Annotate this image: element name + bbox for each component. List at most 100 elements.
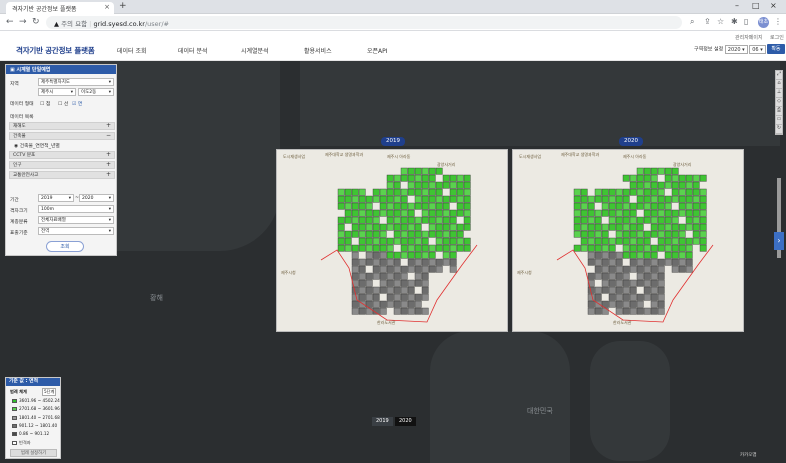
warning-icon: ▲ — [54, 20, 59, 28]
menu-data-analysis[interactable]: 데이터 분석 — [178, 46, 208, 55]
grid-cell — [379, 251, 387, 259]
period-from-select[interactable]: 2019 ▾ — [38, 194, 74, 202]
grid-cell — [622, 265, 630, 273]
extensions-icon[interactable]: ✱ — [731, 17, 738, 26]
home-icon[interactable]: ⌂ — [776, 80, 782, 89]
section-cctv[interactable]: CCTV 분포 + — [9, 151, 115, 159]
grid-cell — [657, 230, 665, 238]
maximize-icon[interactable]: □ — [752, 1, 760, 10]
admin-link[interactable]: 관리자페이지 — [735, 34, 763, 41]
grid-cell — [664, 251, 672, 259]
measure-icon[interactable]: ⟂ — [776, 89, 782, 98]
sidebar-icon[interactable]: ▯ — [744, 17, 748, 26]
map-frame-right[interactable]: 도시재생사업 제주대학교 생명과학과 제주시 아라동 광양사거리 제주시청 한라… — [512, 149, 744, 332]
section-population[interactable]: 인구 + — [9, 161, 115, 169]
new-tab-icon[interactable]: + — [119, 1, 127, 11]
close-icon[interactable]: × — [104, 3, 110, 11]
grid-cell — [393, 202, 401, 210]
timeline-2020[interactable]: 2020 — [395, 417, 416, 426]
opt-line[interactable]: ☐ 선 — [58, 100, 68, 107]
search-button[interactable]: 조회 — [46, 241, 84, 252]
move-button[interactable]: 확동 — [767, 44, 785, 54]
url-input[interactable]: ▲ 주의 요함 | grid.syesd.co.kr/user/# — [46, 16, 682, 29]
grid-cell — [650, 279, 658, 287]
grid-cell — [636, 279, 644, 287]
month-select[interactable]: 06 ▾ — [749, 44, 766, 54]
grid-cell — [664, 244, 672, 252]
grid-cell — [664, 258, 672, 266]
menu-dots-icon[interactable]: ⋮ — [774, 17, 782, 26]
window-close-icon[interactable]: × — [770, 1, 777, 10]
grid-overlay-left — [320, 167, 478, 323]
legend-item: 901.12 ~ 1801.40 — [12, 423, 57, 428]
grid-cell — [692, 174, 700, 182]
timeline-2019[interactable]: 2019 — [372, 417, 393, 426]
land-mass — [590, 341, 670, 461]
grid-cell — [407, 293, 415, 301]
grid-cell — [421, 279, 429, 287]
grid-cell — [414, 307, 422, 315]
forward-icon[interactable]: → — [19, 17, 27, 27]
period-to-select[interactable]: 2020 ▾ — [79, 194, 114, 202]
back-icon[interactable]: ← — [6, 17, 14, 27]
reload-icon[interactable]: ↻ — [32, 17, 40, 27]
map-frame-left[interactable]: 도시재생사업 제주대학교 생명과학과 제주시 아라동 광양사거리 제주시청 한라… — [276, 149, 508, 332]
legend-swatch — [12, 440, 17, 445]
grid-cell — [650, 188, 658, 196]
section-hazard[interactable]: 재해도 + — [9, 122, 115, 130]
grid-cell — [657, 258, 665, 266]
grid-cell — [643, 209, 651, 217]
zoom-icon[interactable]: ⌕ — [690, 17, 694, 27]
opt-point[interactable]: ☐ 점 — [40, 100, 50, 107]
grid-cell — [442, 237, 450, 245]
minimize-icon[interactable]: – — [735, 1, 739, 10]
grid-cell — [643, 181, 651, 189]
grid-cell — [393, 272, 401, 280]
building-item[interactable]: ◉ 건축물_연면적_년별 — [14, 142, 60, 149]
grid-cell — [587, 202, 595, 210]
browser-tab[interactable]: 격자기반 공간정보 플랫폼 × — [6, 2, 114, 14]
poi-label: 제주대학교 생명과학과 — [561, 152, 600, 157]
year-select[interactable]: 2020 ▾ — [724, 44, 748, 54]
site-logo[interactable]: 격자기반 공간정보 플랫폼 — [16, 45, 95, 56]
legend-settings-button[interactable]: 범례 설정하기 — [10, 449, 57, 457]
poi-label: 제주대학교 생명과학과 — [325, 152, 364, 157]
area-icon[interactable]: ◇ — [776, 98, 782, 107]
grid-cell — [692, 202, 700, 210]
menu-open-api[interactable]: 오픈API — [367, 46, 388, 55]
grid-cell — [372, 195, 380, 203]
chevron-right-icon[interactable]: › — [774, 232, 784, 250]
grid-cell — [442, 181, 450, 189]
display-select[interactable]: 전역 ▾ — [38, 227, 114, 235]
menu-data-view[interactable]: 데이터 조회 — [117, 46, 147, 55]
section-traffic[interactable]: 교통안전사고 + — [9, 171, 115, 179]
grid-size-select[interactable]: 100m ▾ — [38, 205, 114, 213]
grid-cell — [428, 223, 436, 231]
grid-cell — [629, 265, 637, 273]
grid-cell — [379, 258, 387, 266]
grid-cell — [678, 230, 686, 238]
section-building[interactable]: 건축물 − — [9, 132, 115, 140]
grid-cell — [372, 216, 380, 224]
legend-swatch — [12, 407, 17, 412]
fullscreen-icon[interactable]: ⤢ — [776, 71, 782, 80]
menu-timeseries[interactable]: 시계열분석 — [241, 46, 269, 55]
grid-cell — [421, 258, 429, 266]
profile-avatar[interactable]: 태초 — [758, 17, 769, 28]
dong-select[interactable]: 이도2동 ▾ — [78, 88, 114, 96]
grid-cell — [435, 265, 443, 273]
login-link[interactable]: 로그인 — [770, 34, 784, 41]
grid-cell — [414, 279, 422, 287]
city-select[interactable]: 제주시 ▾ — [38, 88, 76, 96]
opt-area[interactable]: ☑ 면 — [72, 100, 82, 107]
bookmark-star-icon[interactable]: ☆ — [717, 17, 724, 26]
print-icon[interactable]: ⎙ — [776, 107, 782, 116]
region-select[interactable]: 제주특별자치도 ▾ — [38, 78, 114, 86]
legend-class-select[interactable]: 5단계 — [42, 388, 57, 396]
classify-select[interactable]: 전체자료배열 ▾ — [38, 216, 114, 224]
grid-cell — [594, 230, 602, 238]
save-icon[interactable]: ▭ — [776, 116, 782, 125]
share-icon[interactable]: ⇪ — [704, 17, 711, 26]
menu-services[interactable]: 활용서비스 — [304, 46, 332, 55]
refresh-icon[interactable]: ↻ — [776, 125, 782, 134]
